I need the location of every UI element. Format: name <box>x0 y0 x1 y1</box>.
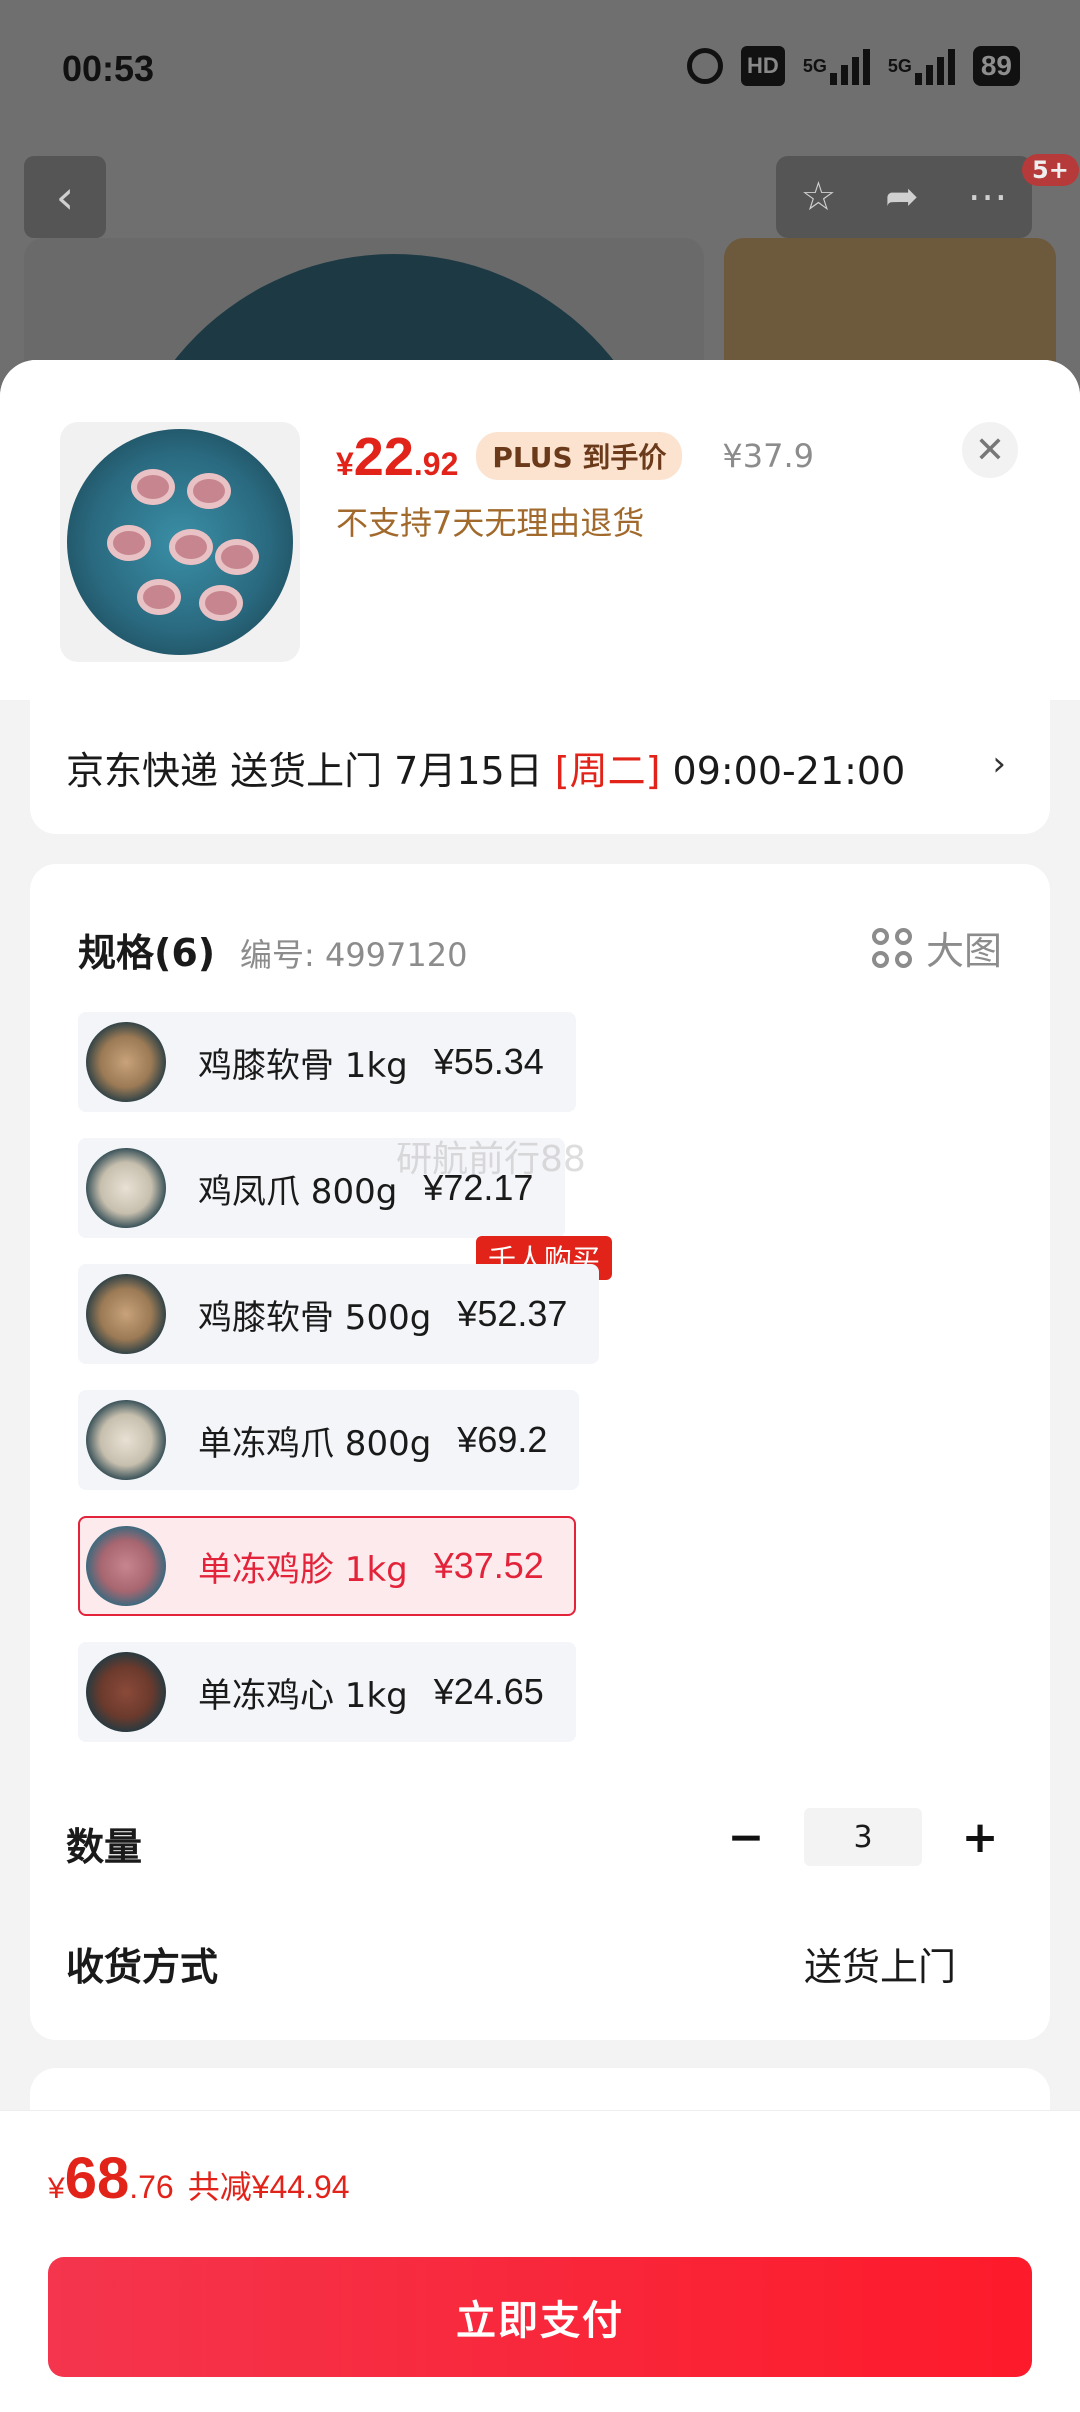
top-actions: ☆ ➦ ⋯ <box>776 156 1032 238</box>
return-policy: 不支持7天无理由退货 <box>336 504 645 542</box>
total-price: ¥68.76 共减¥44.94 <box>48 2146 350 2211</box>
sku-price: ¥22.92 <box>336 427 459 487</box>
sku-sheet: ¥22.92 PLUS 到手价 ¥37.9 不支持7天无理由退货 ✕ 京东快递 … <box>0 360 1080 2412</box>
spec-card: 规格(6) 编号: 4997120 大图 鸡膝软骨 1kg ¥55.34 鸡凤爪… <box>30 864 1050 2040</box>
spec-title: 规格(6) <box>78 931 216 975</box>
pay-button[interactable]: 立即支付 <box>48 2257 1032 2377</box>
sku-thumbnail[interactable] <box>60 422 300 662</box>
chevron-right-icon: › <box>992 744 1006 784</box>
status-icons: HD 5G 5G 89 <box>687 46 1020 86</box>
spec-option[interactable]: 单冻鸡爪 800g ¥69.2 <box>78 1390 580 1490</box>
big-image-toggle[interactable]: 大图 <box>871 920 1002 975</box>
back-button[interactable]: ‹ <box>24 156 106 238</box>
spec-option-selected[interactable]: 单冻鸡胗 1kg ¥37.52 <box>78 1516 576 1616</box>
quantity-stepper: − 3 + <box>716 1808 1010 1866</box>
option-image <box>86 1400 166 1480</box>
option-image <box>86 1274 166 1354</box>
signal-5g-icon-2: 5G <box>888 46 955 86</box>
spec-option[interactable]: 单冻鸡心 1kg ¥24.65 <box>78 1642 576 1742</box>
spec-option[interactable]: 鸡膝软骨 500g ¥52.37 <box>78 1264 600 1364</box>
hd-icon: HD <box>741 46 785 86</box>
close-button[interactable]: ✕ <box>962 422 1018 478</box>
status-time: 00:53 <box>62 48 155 89</box>
option-image <box>86 1022 166 1102</box>
delivery-text: 京东快递 送货上门 7月15日 [周二] 09:00-21:00 <box>66 749 906 793</box>
saving-text: 共减¥44.94 <box>187 2169 350 2205</box>
receive-value[interactable]: 送货上门 <box>804 1936 956 1991</box>
status-bar: 00:53 HD 5G 5G 89 <box>0 0 1080 140</box>
grid-icon <box>871 927 912 968</box>
minus-button[interactable]: − <box>716 1812 776 1863</box>
quantity-label: 数量 <box>66 1825 143 1869</box>
signal-5g-icon: 5G <box>803 46 870 86</box>
sku-header: ¥22.92 PLUS 到手价 ¥37.9 不支持7天无理由退货 ✕ <box>0 360 1080 700</box>
close-icon: ✕ <box>974 429 1006 471</box>
quantity-input[interactable]: 3 <box>804 1808 922 1866</box>
spec-option[interactable]: 鸡膝软骨 1kg ¥55.34 <box>78 1012 576 1112</box>
plus-price-tag: PLUS 到手价 <box>476 432 683 480</box>
plus-button[interactable]: + <box>950 1812 1010 1863</box>
receive-label: 收货方式 <box>66 1945 219 1989</box>
message-badge: 5+ <box>1022 154 1079 186</box>
option-image <box>86 1526 166 1606</box>
battery-icon: 89 <box>972 46 1020 86</box>
spec-code: 编号: 4997120 <box>240 936 468 974</box>
option-image <box>86 1652 166 1732</box>
share-icon[interactable]: ➦ <box>885 174 919 220</box>
delivery-weekday: [周二] <box>554 749 661 793</box>
alarm-icon <box>687 46 724 86</box>
original-price: ¥37.9 <box>722 437 814 475</box>
more-icon[interactable]: ⋯ <box>968 174 1008 220</box>
chevron-left-icon: ‹ <box>55 170 75 224</box>
watermark: 研航前行88 <box>396 1139 586 1180</box>
option-image <box>86 1148 166 1228</box>
footer: ¥68.76 共减¥44.94 立即支付 <box>0 2110 1080 2412</box>
star-icon[interactable]: ☆ <box>800 174 836 220</box>
delivery-row[interactable]: 京东快递 送货上门 7月15日 [周二] 09:00-21:00 › <box>30 700 1050 834</box>
price-row: ¥22.92 PLUS 到手价 ¥37.9 <box>336 426 814 488</box>
